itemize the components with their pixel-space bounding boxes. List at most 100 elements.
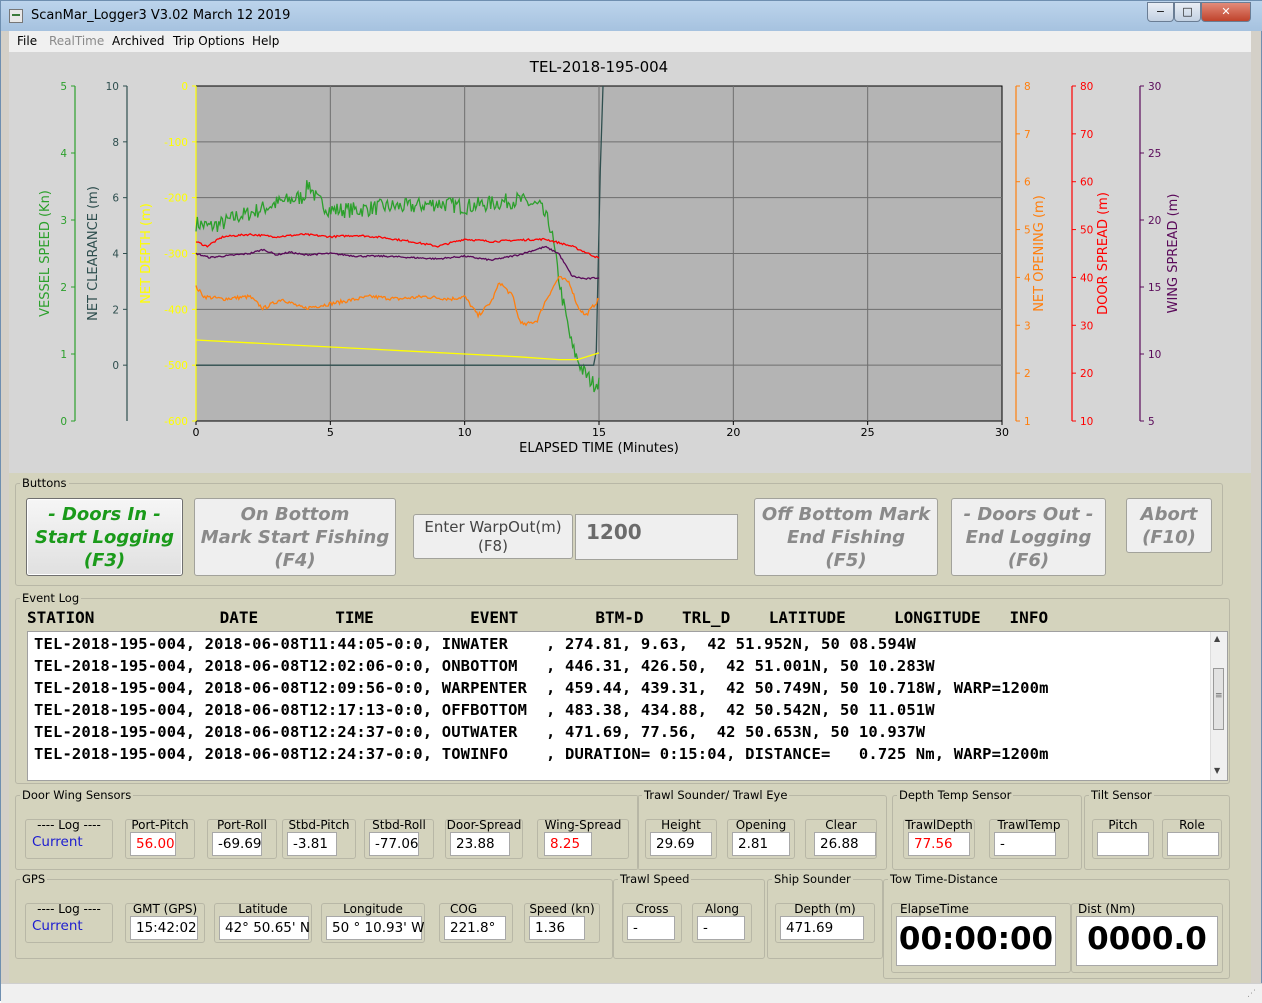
- vessel_speed-tick-label: 0: [60, 416, 67, 428]
- ship-depth-label: Depth (m): [794, 902, 856, 916]
- trawl-temp-box: TrawlTemp -: [989, 818, 1069, 859]
- door_spread-tick-label: 80: [1080, 81, 1093, 93]
- gmt-label: GMT (GPS): [132, 902, 198, 916]
- log-label: ---- Log ----: [37, 818, 101, 832]
- x-tick-label: 30: [995, 426, 1009, 439]
- elapse-time-box: ElapseTime 00:00:00: [891, 902, 1071, 973]
- gps-current-label[interactable]: Current: [32, 918, 83, 934]
- net_depth-tick-label: -600: [164, 416, 188, 428]
- elapse-time-value: 00:00:00: [896, 916, 1056, 966]
- door-wing-sensors-title: Door Wing Sensors: [20, 788, 134, 802]
- role-label: Role: [1179, 818, 1205, 832]
- tow-time-distance-title: Tow Time-Distance: [888, 872, 1000, 886]
- ship-depth-box: Depth (m) 471.69: [775, 902, 875, 943]
- wing_spread-tick-label: 30: [1148, 81, 1161, 93]
- menu-realtime[interactable]: RealTime: [49, 34, 104, 48]
- speed-label: Speed (kn): [529, 902, 595, 916]
- on-bottom-line2: Mark Start Fishing: [200, 527, 390, 548]
- net_opening-tick-label: 5: [1024, 225, 1031, 237]
- pitch-box: Pitch: [1092, 818, 1154, 859]
- opening-label: Opening: [735, 818, 787, 832]
- warpout-input[interactable]: 1200: [575, 514, 738, 560]
- menu-archived[interactable]: Archived: [112, 34, 165, 48]
- net_depth-tick-label: 0: [181, 81, 188, 93]
- x-tick-label: 0: [193, 426, 200, 439]
- pitch-value: [1097, 832, 1149, 856]
- gps-log-box: ---- Log ---- Current: [25, 902, 113, 943]
- stbd-roll-label: Stbd-Roll: [372, 818, 426, 832]
- maximize-button[interactable]: □: [1174, 2, 1201, 22]
- doors-in-line1: - Doors In -: [48, 504, 161, 525]
- port-pitch-label: Port-Pitch: [131, 818, 189, 832]
- wing-spread-value: 8.25: [544, 832, 592, 856]
- log-scrollbar[interactable]: ▲ ▼: [1210, 632, 1227, 780]
- net_clearance-tick-label: 2: [112, 304, 119, 316]
- net_depth-tick-label: -400: [164, 304, 188, 316]
- x-tick-label: 20: [726, 426, 740, 439]
- vessel_speed-axis-label: VESSEL SPEED (Kn): [38, 190, 53, 317]
- close-button[interactable]: ✕: [1201, 2, 1251, 22]
- clear-value: 26.88: [814, 832, 876, 856]
- menu-file[interactable]: File: [17, 34, 37, 48]
- port-pitch-value: 56.00: [130, 832, 176, 856]
- event-log-textbox[interactable]: TEL-2018-195-004, 2018-06-08T11:44:05-0:…: [27, 631, 1228, 781]
- net_opening-tick-label: 8: [1024, 81, 1031, 93]
- stbd-pitch-label: Stbd-Pitch: [288, 818, 350, 832]
- trawl-temp-label: TrawlTemp: [997, 818, 1061, 832]
- net_clearance-tick-label: 8: [112, 137, 119, 149]
- off-bottom-button[interactable]: Off Bottom Mark End Fishing (F5): [754, 498, 938, 576]
- longitude-value: 50 ° 10.93' W: [326, 916, 425, 940]
- abort-button[interactable]: Abort (F10): [1126, 498, 1212, 553]
- opening-box: Opening 2.81: [727, 818, 795, 859]
- vessel_speed-tick-label: 1: [60, 349, 67, 361]
- elapse-time-label: ElapseTime: [900, 902, 969, 916]
- port-pitch-box: Port-Pitch 56.00: [125, 818, 195, 859]
- door_spread-tick-label: 50: [1080, 225, 1093, 237]
- doors-in-button[interactable]: - Doors In - Start Logging (F3): [26, 498, 183, 576]
- off-bottom-line1: Off Bottom Mark: [761, 504, 931, 525]
- doors-in-line2: Start Logging: [35, 527, 174, 548]
- enter-warpout-button[interactable]: Enter WarpOut(m) (F8): [413, 514, 573, 559]
- current-label[interactable]: Current: [32, 834, 83, 850]
- minimize-button[interactable]: −: [1147, 2, 1174, 22]
- cross-value: -: [627, 916, 675, 940]
- cog-box: COG 221.8°: [439, 902, 513, 943]
- menu-help[interactable]: Help: [252, 34, 279, 48]
- gps-log-label: ---- Log ----: [37, 902, 101, 916]
- wing_spread-axis-label: WING SPREAD (m): [1166, 194, 1181, 314]
- menu-bar: File RealTime Archived Trip Options Help: [9, 31, 1251, 53]
- longitude-box: Longitude 50 ° 10.93' W: [321, 902, 425, 943]
- scroll-thumb[interactable]: [1213, 668, 1224, 730]
- distance-label: Dist (Nm): [1078, 902, 1136, 916]
- stbd-pitch-value: -3.81: [287, 832, 337, 856]
- scroll-up-arrow-icon[interactable]: ▲: [1214, 634, 1220, 643]
- height-value: 29.69: [650, 832, 712, 856]
- ship-sounder-title: Ship Sounder: [772, 872, 853, 886]
- log-line: TEL-2018-195-004, 2018-06-08T12:24:37-0:…: [34, 723, 926, 741]
- abort-line1: Abort: [1140, 504, 1198, 525]
- net_opening-tick-label: 4: [1024, 272, 1031, 284]
- wing-spread-box: Wing-Spread 8.25: [537, 818, 629, 859]
- door_spread-tick-label: 60: [1080, 177, 1093, 189]
- menu-trip-options[interactable]: Trip Options: [173, 34, 245, 48]
- net_clearance-tick-label: 10: [106, 81, 119, 93]
- status-bar: ⋰: [1, 983, 1262, 1003]
- door_spread-tick-label: 40: [1080, 272, 1093, 284]
- gps-title: GPS: [20, 872, 48, 886]
- trawl-speed-title: Trawl Speed: [618, 872, 692, 886]
- pitch-label: Pitch: [1108, 818, 1138, 832]
- trawl-sounder-title: Trawl Sounder/ Trawl Eye: [642, 788, 790, 802]
- speed-value: 1.36: [529, 916, 585, 940]
- on-bottom-button[interactable]: On Bottom Mark Start Fishing (F4): [194, 498, 396, 576]
- x-tick-label: 10: [458, 426, 472, 439]
- height-box: Height 29.69: [645, 818, 717, 859]
- doors-out-button[interactable]: - Doors Out - End Logging (F6): [951, 498, 1106, 576]
- cog-value: 221.8°: [444, 916, 506, 940]
- net_clearance-axis-label: NET CLEARANCE (m): [86, 186, 101, 321]
- resize-grip-icon[interactable]: ⋰: [1247, 989, 1257, 999]
- scroll-down-arrow-icon[interactable]: ▼: [1214, 766, 1220, 775]
- abort-line2: (F10): [1142, 527, 1196, 548]
- x-tick-label: 5: [327, 426, 334, 439]
- clear-label: Clear: [825, 818, 857, 832]
- title-bar[interactable]: ScanMar_Logger3 V3.02 March 12 2019 − □ …: [1, 1, 1262, 31]
